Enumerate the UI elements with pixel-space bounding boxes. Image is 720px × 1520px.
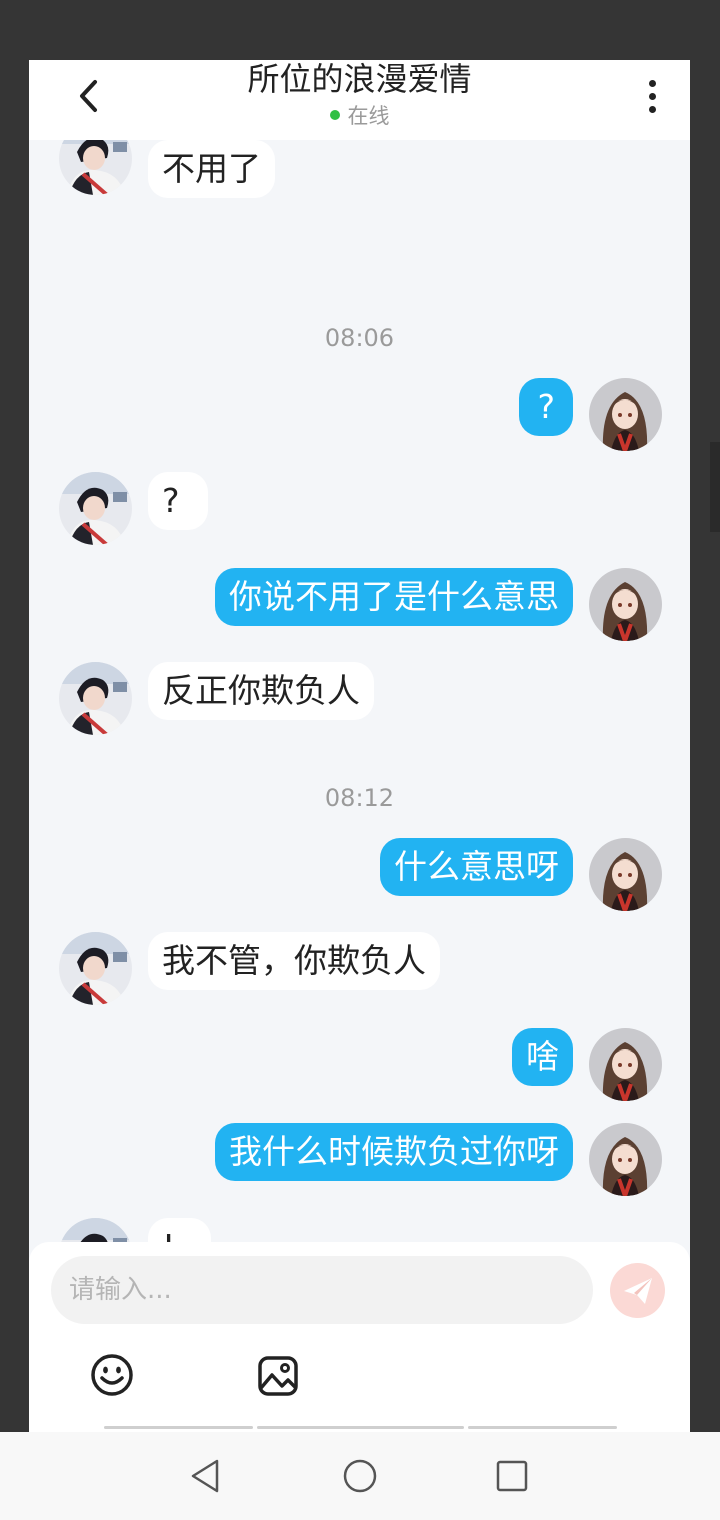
panel-indicator-segment [468,1426,617,1429]
nav-home-button[interactable] [340,1456,380,1496]
message-outgoing: 我什么时候欺负过你呀 [215,1123,662,1196]
message-incoming: 反正你欺负人 [59,662,374,735]
more-dot-icon [648,105,656,113]
more-dot-icon [648,79,656,87]
message-bubble[interactable]: ! [148,1218,212,1242]
message-outgoing: 什么意思呀 [380,838,662,911]
avatar-self[interactable] [589,838,662,911]
message-bubble[interactable]: ? [148,472,208,530]
message-input[interactable] [51,1256,593,1324]
message-outgoing: 你说不用了是什么意思 [215,568,662,641]
send-button[interactable] [610,1263,665,1318]
system-navigation-bar [0,1432,720,1520]
message-incoming: 不用了 [59,140,275,198]
message-bubble[interactable]: 啥 [512,1028,573,1086]
edge-handle [710,442,720,532]
avatar-self[interactable] [589,378,662,451]
online-status-text: 在线 [347,104,390,128]
message-incoming: ? [59,472,208,545]
avatar-self[interactable] [589,1123,662,1196]
message-bubble[interactable]: 不用了 [148,140,275,198]
paper-plane-icon [623,1277,652,1304]
online-status: 在线 [29,102,690,130]
emoji-button[interactable] [89,1352,135,1398]
timestamp: 08:06 [324,324,395,352]
message-bubble[interactable]: 你说不用了是什么意思 [215,568,573,626]
avatar-contact[interactable] [59,662,132,735]
triangle-back-icon [191,1459,219,1493]
message-outgoing: 啥 [512,1028,662,1101]
online-dot-icon [329,110,340,120]
nav-recents-button[interactable] [492,1456,532,1496]
chat-header: 所位的浪漫爱情 在线 [29,60,690,140]
message-bubble[interactable]: 反正你欺负人 [148,662,374,720]
message-outgoing: ? [519,378,662,451]
message-bubble[interactable]: ? [519,378,573,436]
panel-indicator-segment [104,1426,253,1429]
avatar-contact[interactable] [59,1218,132,1242]
avatar-self[interactable] [589,568,662,641]
avatar-contact[interactable] [59,472,132,545]
image-icon [258,1356,298,1396]
avatar-contact[interactable] [59,140,132,195]
image-button[interactable] [256,1354,300,1398]
message-bubble[interactable]: 我什么时候欺负过你呀 [215,1123,573,1181]
more-dot-icon [648,92,656,100]
message-bubble[interactable]: 什么意思呀 [380,838,573,896]
timestamp: 08:12 [324,784,395,812]
panel-indicator-segment [257,1426,464,1429]
smiley-icon [91,1354,133,1396]
message-composer [29,1242,690,1432]
message-bubble[interactable]: 我不管，你欺负人 [148,932,440,990]
avatar-contact[interactable] [59,932,132,1005]
square-recents-icon [496,1460,528,1492]
chat-title: 所位的浪漫爱情 [247,60,472,98]
more-options-button[interactable] [637,76,667,116]
panel-indicator [104,1426,624,1430]
message-incoming: ! [59,1218,212,1242]
message-incoming: 我不管，你欺负人 [59,932,440,1005]
circle-home-icon [343,1459,377,1493]
message-list[interactable]: 不用了 08:06 ? ? 你说不用了是什么意思 反正你欺负人 08:12 什么… [29,140,690,1242]
chat-screen: 所位的浪漫爱情 在线 不用了 08:06 ? ? 你说不用了是什么意思 反正你欺… [29,60,690,1432]
avatar-self[interactable] [589,1028,662,1101]
nav-back-button[interactable] [186,1456,226,1496]
